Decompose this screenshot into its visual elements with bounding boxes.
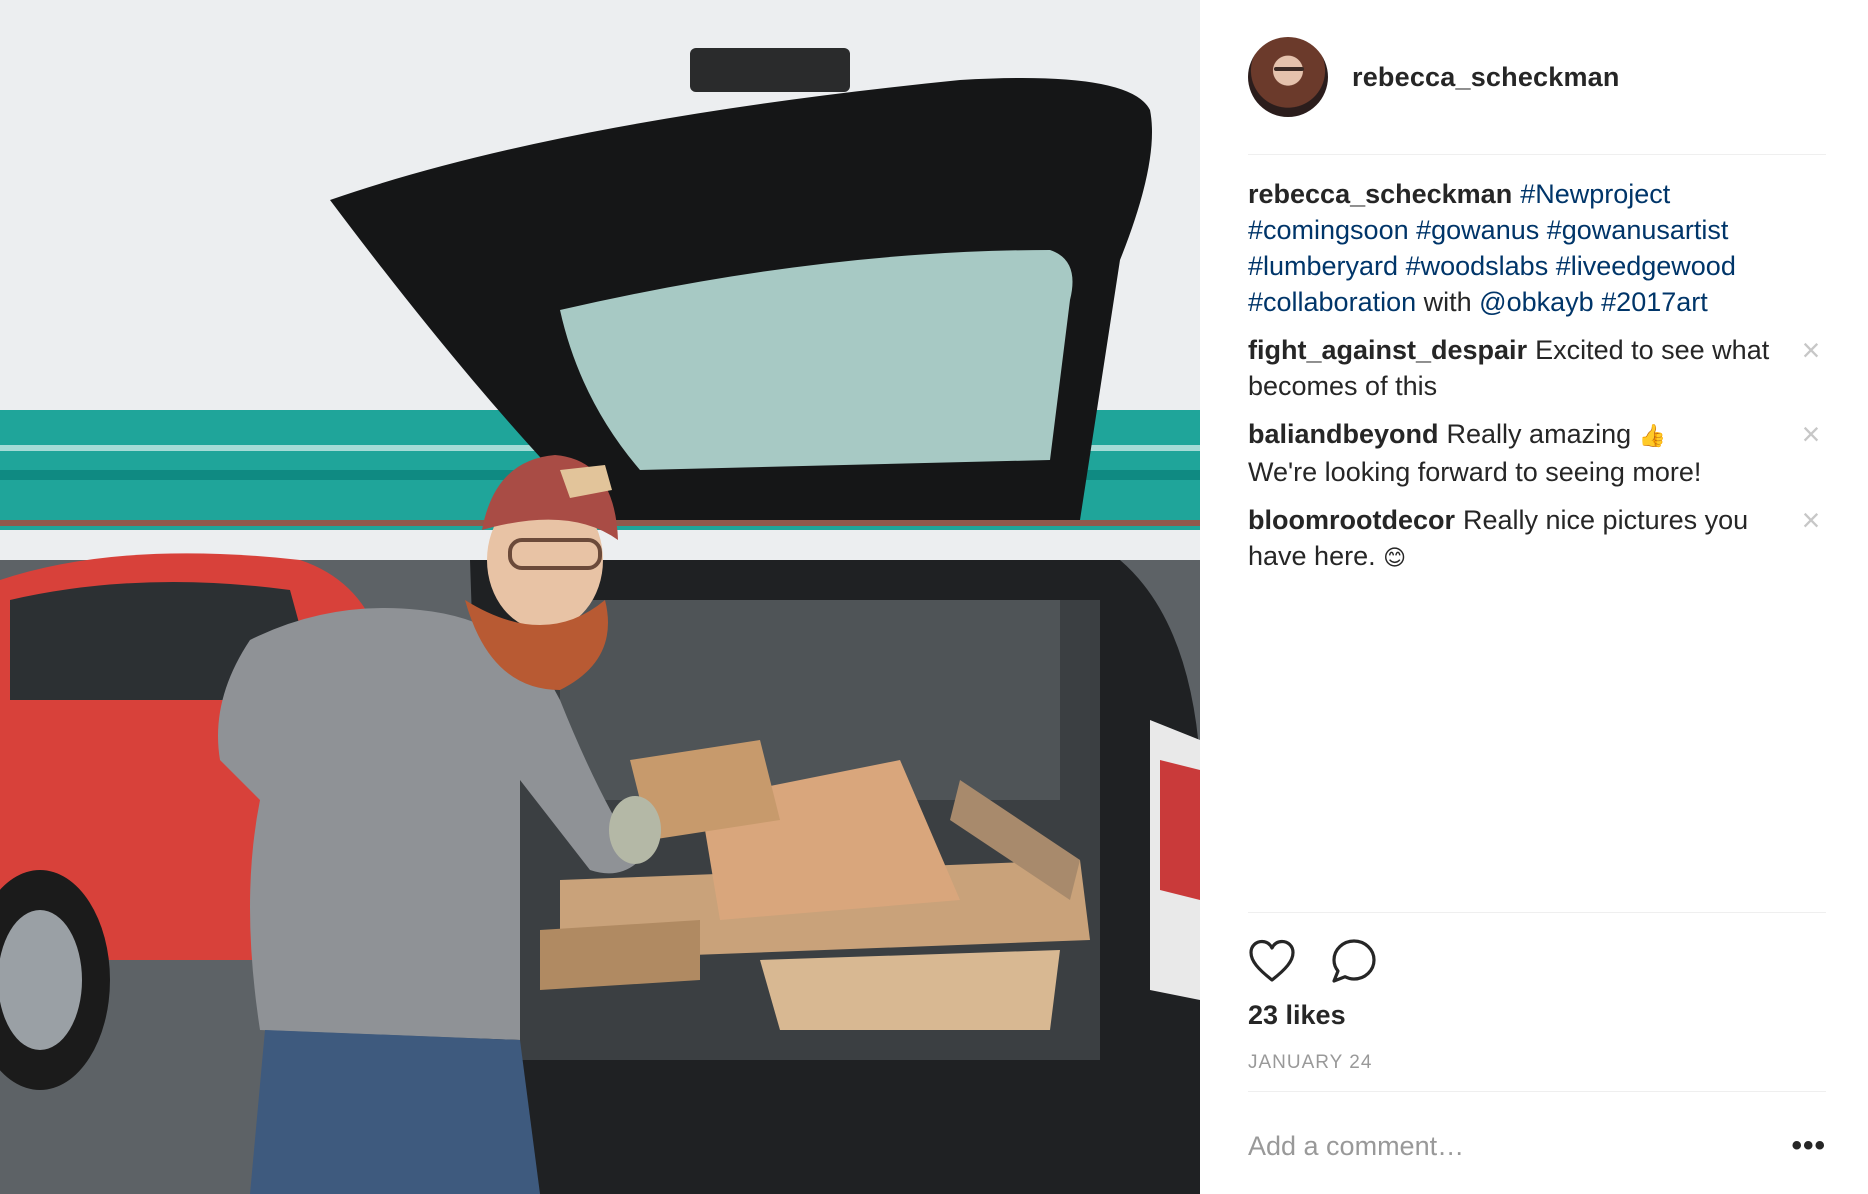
comment-item: fight_against_despair Excited to see what… [1248, 332, 1826, 404]
comment-item: bloomrootdecor Really nice pictures you h… [1248, 502, 1826, 576]
speech-bubble-icon [1332, 939, 1376, 983]
more-options-icon[interactable]: ••• [1786, 1129, 1826, 1163]
thumbs-up-emoji: 👍 [1638, 423, 1667, 448]
comment-username[interactable]: bloomrootdecor [1248, 505, 1455, 535]
comment-input[interactable] [1248, 1130, 1786, 1162]
comment-box-divider [1248, 1091, 1826, 1092]
comments-list: rebecca_scheckman #Newproject #comingsoon… [1248, 176, 1826, 588]
close-icon[interactable]: × [1796, 332, 1826, 368]
like-count[interactable]: 23 likes [1248, 1000, 1346, 1031]
comment-text: Really amazing [1446, 419, 1632, 449]
header-divider [1248, 154, 1826, 155]
post-side-panel: rebecca_scheckman rebecca_scheckman #Newp… [1200, 0, 1868, 1194]
post-date[interactable]: JANUARY 24 [1248, 1052, 1372, 1074]
close-icon[interactable]: × [1796, 502, 1826, 538]
caption-word: with [1416, 287, 1480, 317]
post-photo-illustration [0, 0, 1200, 1194]
hashtag-link[interactable]: #collaboration [1248, 287, 1416, 317]
caption-word [1539, 215, 1547, 245]
hashtag-link[interactable]: #comingsoon [1248, 215, 1409, 245]
hashtag-link[interactable]: #2017art [1601, 287, 1708, 317]
author-avatar[interactable] [1248, 37, 1328, 117]
smile-emoji: 😊 [1383, 545, 1407, 570]
comment-username[interactable]: baliandbeyond [1248, 419, 1439, 449]
hashtag-link[interactable]: #woodslabs [1406, 251, 1549, 281]
hashtag-link[interactable]: #liveedgewood [1556, 251, 1736, 281]
close-icon[interactable]: × [1796, 416, 1826, 452]
hashtag-link[interactable]: #gowanusartist [1547, 215, 1729, 245]
hashtag-link[interactable]: #lumberyard [1248, 251, 1398, 281]
comment-username[interactable]: fight_against_despair [1248, 335, 1527, 365]
author-username[interactable]: rebecca_scheckman [1352, 62, 1620, 93]
caption-word [1398, 251, 1406, 281]
post-caption: rebecca_scheckman #Newproject #comingsoon… [1248, 176, 1826, 320]
add-comment-section: ••• [1248, 1120, 1826, 1172]
caption-word [1548, 251, 1556, 281]
comment-text-continued: We're looking forward to seeing more! [1248, 457, 1702, 487]
comment-button[interactable] [1330, 934, 1386, 988]
post-header: rebecca_scheckman [1248, 36, 1826, 118]
caption-word [1409, 215, 1417, 245]
hashtag-link[interactable]: #Newproject [1520, 179, 1670, 209]
hashtag-link[interactable]: #gowanus [1416, 215, 1539, 245]
mention-link[interactable]: @obkayb [1479, 287, 1593, 317]
heart-icon [1249, 939, 1295, 982]
caption-username[interactable]: rebecca_scheckman [1248, 179, 1512, 209]
post-actions [1248, 934, 1412, 988]
actions-divider [1248, 912, 1826, 913]
comment-item: baliandbeyond Really amazing 👍 We're look… [1248, 416, 1826, 490]
like-button[interactable] [1248, 934, 1304, 988]
post-photo[interactable] [0, 0, 1200, 1194]
